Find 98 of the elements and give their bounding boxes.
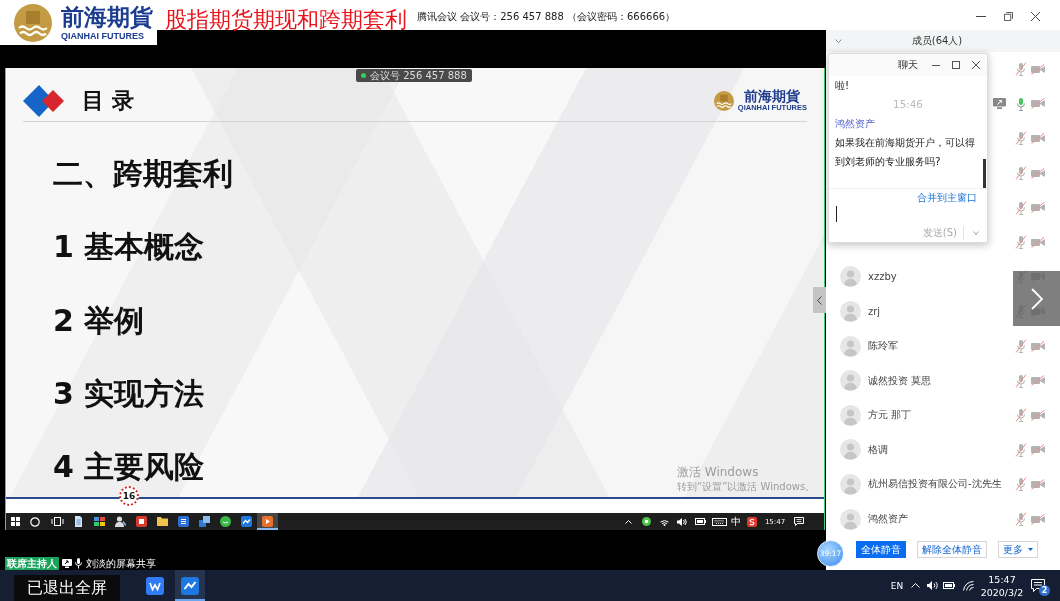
taskbar-button[interactable] bbox=[175, 570, 205, 601]
start-icon[interactable] bbox=[10, 517, 20, 526]
notification-icon[interactable] bbox=[1031, 579, 1045, 592]
unmute-all-button[interactable]: 解除全体静音 bbox=[917, 541, 987, 559]
smiley-icon bbox=[220, 516, 231, 527]
scrollbar-thumb[interactable] bbox=[983, 159, 986, 188]
contents-item: 二、跨期套利 bbox=[53, 155, 233, 193]
window-title: 腾讯会议 会议号：256 457 888 （会议密码：666666） bbox=[417, 9, 676, 24]
input-method-indicator[interactable]: 中 bbox=[729, 513, 743, 530]
status-circle-icon[interactable] bbox=[641, 517, 651, 526]
mic-icon[interactable] bbox=[1015, 96, 1027, 111]
collapse-handle[interactable] bbox=[813, 287, 826, 313]
member-name: xzzby bbox=[868, 271, 897, 283]
chevron-down-icon[interactable] bbox=[834, 39, 842, 43]
activation-title: 激活 Windows bbox=[677, 465, 759, 480]
taskbar-time[interactable]: 15:47 bbox=[988, 572, 1016, 586]
contents-item: 3 实现方法 bbox=[53, 374, 205, 413]
message-time: 15:46 bbox=[893, 97, 923, 112]
more-button[interactable]: 更多 bbox=[998, 541, 1038, 559]
slide-heading: 目 录 bbox=[82, 86, 134, 115]
chevron-left-icon bbox=[817, 295, 822, 305]
mute-all-button[interactable]: 全体静音 bbox=[856, 541, 906, 559]
play-icon bbox=[262, 516, 273, 527]
wifi-icon[interactable] bbox=[962, 580, 974, 591]
person-icon bbox=[115, 516, 126, 527]
chat-title: 聊天 bbox=[898, 58, 918, 72]
role-badge: 联席主持人 bbox=[5, 557, 59, 570]
wifi-icon[interactable] bbox=[659, 517, 669, 526]
search-icon[interactable] bbox=[30, 516, 40, 527]
member-name: zrj bbox=[868, 305, 881, 317]
logo-emblem-icon bbox=[14, 3, 52, 42]
overlapping-squares-icon bbox=[199, 516, 210, 527]
notepad-icon bbox=[73, 516, 84, 527]
chat-message: 如果我在前海期货开户，可以得到刘老师的专业服务吗? bbox=[835, 135, 976, 169]
screen-share-label: 刘淡的屏幕共享 bbox=[86, 556, 156, 571]
chevron-right-icon bbox=[1030, 287, 1043, 310]
meeting-app-icon bbox=[241, 516, 252, 527]
meeting-id: 会议号 256 457 888 bbox=[370, 69, 467, 82]
taskbar-button[interactable] bbox=[257, 513, 278, 530]
speaker-icon[interactable] bbox=[926, 581, 938, 590]
member-name: 鸿然资产 bbox=[868, 512, 908, 526]
logo-subtitle: QIANHAI FUTURES bbox=[61, 31, 144, 41]
next-page-button[interactable] bbox=[1013, 271, 1060, 326]
fullscreen-exit-notice: 已退出全屏 bbox=[14, 575, 120, 601]
merge-to-main-link[interactable]: 合并到主窗口 bbox=[917, 190, 977, 205]
minimize-icon[interactable] bbox=[932, 64, 940, 66]
keyboard-icon[interactable] bbox=[711, 517, 727, 526]
page-number: 16 bbox=[119, 486, 139, 506]
member-name: 诚然投资 莫思 bbox=[868, 373, 932, 388]
contents-item: 4 主要风险 bbox=[53, 448, 205, 487]
logo-name: 前海期貨 bbox=[61, 4, 153, 28]
member-name: 方元 那丁 bbox=[868, 408, 912, 423]
banner-title: 股指期货期现和跨期套利 bbox=[165, 9, 407, 31]
document-icon bbox=[178, 516, 189, 527]
avatar-icon bbox=[840, 335, 861, 357]
chevron-up-icon[interactable] bbox=[910, 583, 920, 588]
app-icon bbox=[136, 516, 147, 527]
restore-icon[interactable] bbox=[1004, 12, 1013, 21]
avatar-icon bbox=[840, 508, 861, 530]
avatar-icon bbox=[840, 300, 861, 322]
member-name: 杭州易信投资有限公司-沈先生 bbox=[868, 477, 1002, 492]
chat-message: 啦! bbox=[835, 78, 850, 93]
input-method-icon[interactable] bbox=[747, 516, 757, 527]
status-dot-icon bbox=[361, 73, 366, 78]
activation-hint: 转到“设置”以激活 Windows。 bbox=[677, 480, 816, 493]
mic-icon bbox=[75, 558, 82, 569]
close-icon[interactable] bbox=[972, 61, 980, 69]
maximize-icon[interactable] bbox=[952, 61, 960, 69]
panel-title: 成员(64人) bbox=[910, 34, 964, 48]
task-view-icon[interactable] bbox=[50, 517, 64, 526]
zigzag-app-icon bbox=[146, 576, 164, 595]
speaker-icon[interactable] bbox=[677, 517, 687, 526]
contents-item: 2 举例 bbox=[53, 301, 145, 340]
chevron-up-icon[interactable] bbox=[624, 519, 632, 524]
logo-emblem-icon bbox=[713, 90, 734, 111]
avatar-icon bbox=[840, 473, 861, 495]
avatar-icon bbox=[840, 439, 861, 461]
avatar-icon bbox=[840, 266, 861, 288]
color-squares-icon bbox=[94, 516, 105, 527]
caret-icon bbox=[1028, 548, 1033, 552]
taskbar-date[interactable]: 2020/3/2 bbox=[980, 585, 1024, 599]
member-name: 格调 bbox=[868, 442, 888, 457]
sender-name: 鸿然资产 bbox=[835, 116, 875, 131]
logo-name: 前海期貨 bbox=[744, 89, 801, 104]
meeting-app-icon bbox=[181, 576, 199, 595]
avatar-icon bbox=[840, 370, 861, 392]
contents-item: 1 基本概念 bbox=[53, 228, 205, 267]
text-cursor-icon bbox=[836, 206, 837, 222]
member-name: 陈玲军 bbox=[868, 339, 898, 354]
battery-icon[interactable] bbox=[943, 582, 955, 589]
language-indicator[interactable]: EN bbox=[888, 570, 906, 601]
diamond-logo-icon bbox=[23, 83, 65, 118]
folder-icon bbox=[157, 516, 168, 527]
battery-icon[interactable] bbox=[694, 518, 706, 525]
close-icon[interactable] bbox=[1031, 12, 1040, 21]
avatar-icon bbox=[840, 404, 861, 426]
notification-icon[interactable] bbox=[794, 517, 804, 526]
notification-badge: 2 bbox=[1039, 585, 1050, 596]
